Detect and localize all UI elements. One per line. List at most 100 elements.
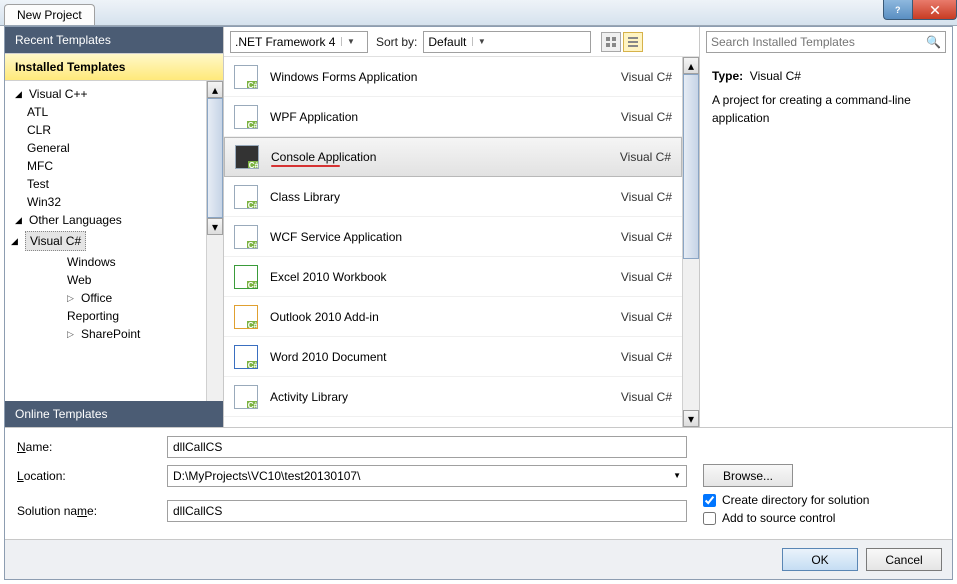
tree-node-vcs-wrap[interactable]: ◢ Visual C# [5,229,223,253]
svg-text:?: ? [895,5,901,15]
scroll-up-button[interactable]: ▴ [683,57,699,74]
template-icon: C# [234,305,258,329]
template-lang: Visual C# [620,150,671,164]
cancel-button[interactable]: Cancel [866,548,942,571]
dialog-body: Recent Templates Installed Templates ◢Vi… [4,26,953,580]
tree-node-windows[interactable]: Windows [5,253,223,271]
template-icon: C# [234,345,258,369]
chevron-down-icon: ◢ [15,89,25,100]
chevron-down-icon: ◢ [15,215,25,226]
framework-value: .NET Framework 4 [235,35,335,49]
tree-node-clr[interactable]: CLR [5,121,223,139]
template-name: WPF Application [270,110,621,124]
template-name: Console Application [271,150,620,164]
installed-templates-header[interactable]: Installed Templates [5,53,223,81]
template-row[interactable]: C# WCF Service Application Visual C# [224,217,682,257]
template-row[interactable]: C# Word 2010 Document Visual C# [224,337,682,377]
description-panel: Type: Visual C# A project for creating a… [700,57,952,137]
template-row[interactable]: C# Outlook 2010 Add-in Visual C# [224,297,682,337]
template-row[interactable]: C# Activity Library Visual C# [224,377,682,417]
framework-dropdown[interactable]: .NET Framework 4 ▼ [230,31,368,53]
tree-node-web[interactable]: Web [5,271,223,289]
recent-templates-header[interactable]: Recent Templates [5,27,223,53]
template-name: Outlook 2010 Add-in [270,310,621,324]
scroll-up-button[interactable]: ▴ [207,81,223,98]
tree-node-atl[interactable]: ATL [5,103,223,121]
ok-button[interactable]: OK [782,548,858,571]
template-lang: Visual C# [621,110,672,124]
scroll-thumb[interactable] [207,98,223,218]
source-control-label: Add to source control [722,511,835,525]
tree-node-other-lang[interactable]: ◢Other Languages [5,211,223,229]
template-row[interactable]: C# Excel 2010 Workbook Visual C# [224,257,682,297]
template-list: C# Windows Forms Application Visual C# C… [224,57,682,427]
sortby-value: Default [428,35,466,49]
online-templates-header[interactable]: Online Templates [5,401,223,427]
help-button[interactable]: ? [883,0,913,20]
template-name: WCF Service Application [270,230,621,244]
middle-panel: .NET Framework 4 ▼ Sort by: Default ▼ C# [224,27,700,427]
template-lang: Visual C# [621,230,672,244]
middle-toolbar: .NET Framework 4 ▼ Sort by: Default ▼ [224,27,699,57]
list-scrollbar[interactable]: ▴ ▾ [682,57,699,427]
create-directory-checkbox[interactable] [703,494,716,507]
view-small-icons-button[interactable] [623,32,643,52]
type-value: Visual C# [750,69,801,83]
tree-node-mfc[interactable]: MFC [5,157,223,175]
template-lang: Visual C# [621,270,672,284]
scroll-down-button[interactable]: ▾ [683,410,699,427]
tree-node-vcpp[interactable]: ◢Visual C++ [5,85,223,103]
template-row[interactable]: C# Class Library Visual C# [224,177,682,217]
chevron-down-icon: ▼ [673,471,681,480]
search-input[interactable] [711,35,926,49]
template-name: Excel 2010 Workbook [270,270,621,284]
template-name: Activity Library [270,390,621,404]
tree-scrollbar[interactable]: ▴ ▾ [206,81,223,401]
location-value: D:\MyProjects\VC10\test20130107\ [173,469,360,483]
source-control-checkbox[interactable] [703,512,716,525]
solution-name-input[interactable] [167,500,687,522]
tree-node-vcs[interactable]: Visual C# [25,231,86,251]
search-box[interactable]: 🔍 [706,31,946,53]
window-title: New Project [4,4,95,25]
view-medium-icons-button[interactable] [601,32,621,52]
chevron-down-icon: ▼ [472,37,486,46]
create-directory-label: Create directory for solution [722,493,869,507]
template-row[interactable]: C# WPF Application Visual C# [224,97,682,137]
tree-node-win32[interactable]: Win32 [5,193,223,211]
template-lang: Visual C# [621,350,672,364]
title-bar: New Project ? [0,0,957,26]
template-icon: C# [234,265,258,289]
template-icon: C# [234,105,258,129]
tree-node-sharepoint[interactable]: ▷SharePoint [5,325,223,343]
template-lang: Visual C# [621,70,672,84]
location-dropdown[interactable]: D:\MyProjects\VC10\test20130107\ ▼ [167,465,687,487]
template-icon: C# [234,385,258,409]
scroll-thumb[interactable] [683,74,699,259]
sortby-dropdown[interactable]: Default ▼ [423,31,591,53]
search-icon[interactable]: 🔍 [926,35,941,49]
tree-node-general[interactable]: General [5,139,223,157]
solution-name-label: Solution name: [17,504,159,518]
template-row-selected[interactable]: C# Console Application Visual C# [224,137,682,177]
sort-by-label: Sort by: [376,35,417,49]
template-icon: C# [234,65,258,89]
browse-button[interactable]: Browse... [703,464,793,487]
left-panel: Recent Templates Installed Templates ◢Vi… [5,27,224,427]
template-icon: C# [235,145,259,169]
close-button[interactable] [912,0,957,20]
template-name: Class Library [270,190,621,204]
tree-node-office[interactable]: ▷Office [5,289,223,307]
tree-node-reporting[interactable]: Reporting [5,307,223,325]
scroll-down-button[interactable]: ▾ [207,218,223,235]
template-lang: Visual C# [621,190,672,204]
chevron-down-icon: ▼ [341,37,355,46]
tree-node-test[interactable]: Test [5,175,223,193]
templates-tree: ◢Visual C++ ATL CLR General MFC Test Win… [5,81,223,401]
chevron-down-icon: ◢ [11,236,21,247]
template-row[interactable]: C# Windows Forms Application Visual C# [224,57,682,97]
name-label: Name: [17,440,159,454]
name-input[interactable] [167,436,687,458]
chevron-right-icon: ▷ [67,293,77,304]
button-bar: OK Cancel [5,539,952,579]
